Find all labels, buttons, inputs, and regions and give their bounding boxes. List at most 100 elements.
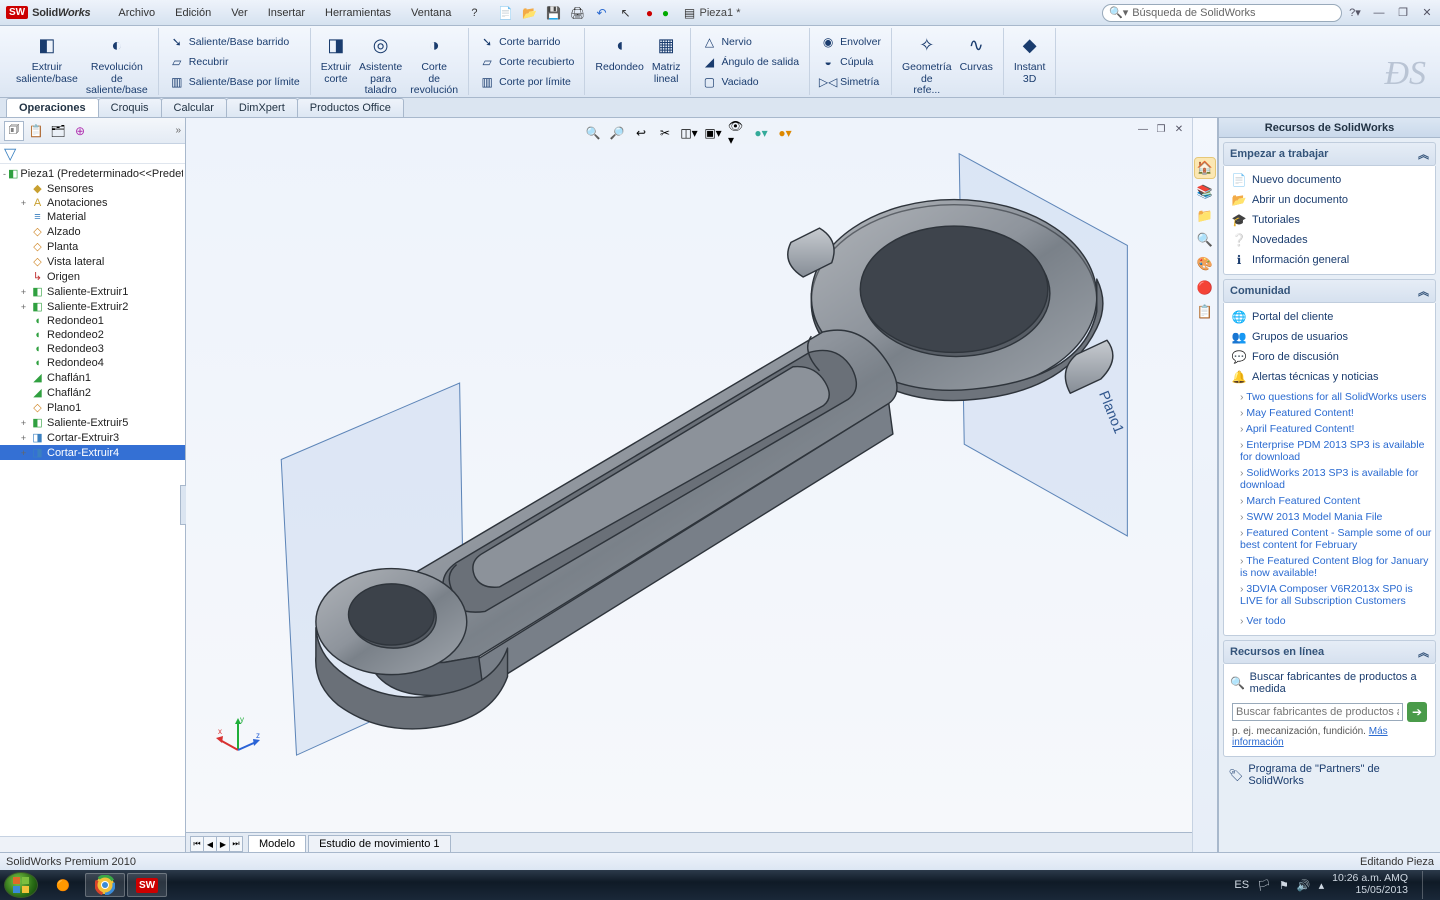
fillet-button[interactable]: ◖Redondeo — [591, 30, 647, 76]
taskpane-explorer-icon[interactable]: 📁 — [1195, 206, 1215, 226]
partners-program[interactable]: 🏷Programa de "Partners" de SolidWorks — [1219, 757, 1440, 793]
tray-volume-icon[interactable]: 🔊 — [1297, 879, 1311, 892]
section-community[interactable]: Comunidad︽ — [1223, 279, 1436, 303]
tray-clock[interactable]: 10:26 a.m. AMQ15/05/2013 — [1332, 873, 1408, 896]
cut-boundary-button[interactable]: ▥Corte por límite — [475, 72, 575, 92]
tree-item[interactable]: +◧Saliente-Extruir2 — [0, 299, 185, 314]
taskbar-solidworks[interactable]: SW — [127, 873, 167, 897]
wrap-button[interactable]: ◉Envolver — [816, 32, 885, 52]
tree-item[interactable]: ◢Chaflán2 — [0, 385, 185, 400]
tree-item[interactable]: ◖Redondeo3 — [0, 342, 185, 356]
tree-item[interactable]: ↳Origen — [0, 269, 185, 284]
menu-ver[interactable]: Ver — [221, 3, 258, 23]
zoom-area-icon[interactable]: 🔎 — [608, 124, 626, 142]
feature-tree-tab[interactable]: 🗊 — [4, 121, 24, 141]
menu-herramientas[interactable]: Herramientas — [315, 3, 401, 23]
cut-revolve-button[interactable]: ◑Cortederevolución — [406, 30, 462, 99]
rebuild-icon[interactable]: ● — [642, 5, 658, 21]
tree-item[interactable]: +◧Saliente-Extruir1 — [0, 284, 185, 299]
options-icon[interactable]: ▤ — [682, 5, 698, 21]
cut-extrude-button[interactable]: ◨Extruircorte — [317, 30, 355, 87]
hole-wizard-button[interactable]: ◎Asistenteparataladro — [355, 30, 406, 99]
tray-lang[interactable]: ES — [1234, 879, 1249, 891]
hide-show-icon[interactable]: 👁▾ — [728, 124, 746, 142]
display-style-icon[interactable]: ▣▾ — [704, 124, 722, 142]
select-icon[interactable]: ↖ — [618, 5, 634, 21]
new-icon[interactable]: 📄 — [498, 5, 514, 21]
tree-item[interactable]: +◧Saliente-Extruir5 — [0, 415, 185, 430]
property-manager-tab[interactable]: 📋 — [26, 121, 46, 141]
taskpane-palette-icon[interactable]: 🎨 — [1195, 254, 1215, 274]
taskpane-library-icon[interactable]: 📚 — [1195, 182, 1215, 202]
news-link[interactable]: April Featured Content! — [1240, 421, 1433, 437]
mirror-button[interactable]: ▷◁Simetría — [816, 72, 883, 92]
start-button[interactable] — [4, 872, 38, 898]
tray-flag-icon[interactable]: 🏳 — [1257, 879, 1271, 892]
community-link[interactable]: 🔔Alertas técnicas y noticias — [1226, 367, 1433, 387]
news-link[interactable]: SWW 2013 Model Mania File — [1240, 509, 1433, 525]
maximize-button[interactable]: ❐ — [1392, 4, 1414, 22]
getting-started-link[interactable]: ❔Novedades — [1226, 230, 1433, 250]
community-link[interactable]: 👥Grupos de usuarios — [1226, 327, 1433, 347]
swept-boss-button[interactable]: ➘Saliente/Base barrido — [165, 32, 293, 52]
draft-button[interactable]: ◢Ángulo de salida — [697, 52, 803, 72]
tree-item[interactable]: ◆Sensores — [0, 181, 185, 196]
undo-icon[interactable]: ↶ — [594, 5, 610, 21]
expand-arrows-icon[interactable]: » — [175, 125, 181, 136]
graphics-viewport[interactable]: Alzado Plano1 — [186, 118, 1192, 852]
loft-boss-button[interactable]: ▱Recubrir — [165, 52, 233, 72]
taskpane-properties-icon[interactable]: 📋 — [1195, 302, 1215, 322]
boundary-boss-button[interactable]: ▥Saliente/Base por límite — [165, 72, 304, 92]
view-orientation-icon[interactable]: ◫▾ — [680, 124, 698, 142]
news-link[interactable]: The Featured Content Blog for January is… — [1240, 553, 1433, 581]
news-link[interactable]: 3DVIA Composer V6R2013x SP0 is LIVE for … — [1240, 581, 1433, 609]
menu-ventana[interactable]: Ventana — [401, 3, 461, 23]
minimize-button[interactable]: — — [1368, 4, 1390, 22]
tree-item[interactable]: ≡Material — [0, 210, 185, 224]
tree-item[interactable]: ◇Planta — [0, 239, 185, 254]
ribbon-tab-dimxpert[interactable]: DimXpert — [226, 98, 298, 117]
previous-view-icon[interactable]: ↩ — [632, 124, 650, 142]
tree-item[interactable]: +◨Cortar-Extruir4 — [0, 445, 185, 460]
mdi-restore[interactable]: ❐ — [1154, 122, 1168, 136]
taskpane-home-icon[interactable]: 🏠 — [1195, 158, 1215, 178]
zoom-fit-icon[interactable]: 🔍 — [584, 124, 602, 142]
help-icon[interactable]: ?▾ — [1344, 4, 1366, 22]
ribbon-tab-calcular[interactable]: Calcular — [161, 98, 227, 117]
ribbon-tab-croquis[interactable]: Croquis — [98, 98, 162, 117]
getting-started-link[interactable]: 🎓Tutoriales — [1226, 210, 1433, 230]
shell-button[interactable]: ▢Vaciado — [697, 72, 762, 92]
mdi-close[interactable]: ✕ — [1172, 122, 1186, 136]
menu-archivo[interactable]: Archivo — [108, 3, 165, 23]
dimxpert-tab[interactable]: ⊕ — [70, 121, 90, 141]
tree-item[interactable]: ◖Redondeo2 — [0, 328, 185, 342]
online-search-go[interactable]: ➔ — [1407, 702, 1427, 722]
cut-sweep-button[interactable]: ➘Corte barrido — [475, 32, 564, 52]
online-search-input[interactable] — [1232, 703, 1403, 721]
show-desktop[interactable] — [1422, 871, 1432, 899]
rib-button[interactable]: △Nervio — [697, 32, 755, 52]
news-link[interactable]: Enterprise PDM 2013 SP3 is available for… — [1240, 437, 1433, 465]
getting-started-link[interactable]: 📄Nuevo documento — [1226, 170, 1433, 190]
tree-item[interactable]: ◇Alzado — [0, 224, 185, 239]
news-link[interactable]: Two questions for all SolidWorks users — [1240, 389, 1433, 405]
tab-last[interactable]: ⏭ — [229, 836, 243, 852]
tree-item[interactable]: +◨Cortar-Extruir3 — [0, 430, 185, 445]
community-link[interactable]: 🌐Portal del cliente — [1226, 307, 1433, 327]
cut-loft-button[interactable]: ▱Corte recubierto — [475, 52, 578, 72]
reference-geometry-button[interactable]: ✧Geometríaderefe... — [898, 30, 956, 99]
edit-appearance-icon[interactable]: ●▾ — [752, 124, 770, 142]
search-box[interactable]: 🔍▾ Búsqueda de SolidWorks — [1102, 4, 1342, 22]
menu-edición[interactable]: Edición — [165, 3, 221, 23]
tree-item[interactable]: ◖Redondeo4 — [0, 356, 185, 370]
instant-3d-button[interactable]: ◆Instant3D — [1010, 30, 1050, 87]
tree-hscroll[interactable] — [0, 836, 185, 852]
news-link[interactable]: May Featured Content! — [1240, 405, 1433, 421]
tree-item[interactable]: ◇Vista lateral — [0, 254, 185, 269]
ribbon-tab-operaciones[interactable]: Operaciones — [6, 98, 99, 117]
configuration-tab[interactable]: 🗂 — [48, 121, 68, 141]
apply-scene-icon[interactable]: ●▾ — [776, 124, 794, 142]
community-link[interactable]: 💬Foro de discusión — [1226, 347, 1433, 367]
section-getting-started[interactable]: Empezar a trabajar︽ — [1223, 142, 1436, 166]
tab-model[interactable]: Modelo — [248, 835, 306, 852]
